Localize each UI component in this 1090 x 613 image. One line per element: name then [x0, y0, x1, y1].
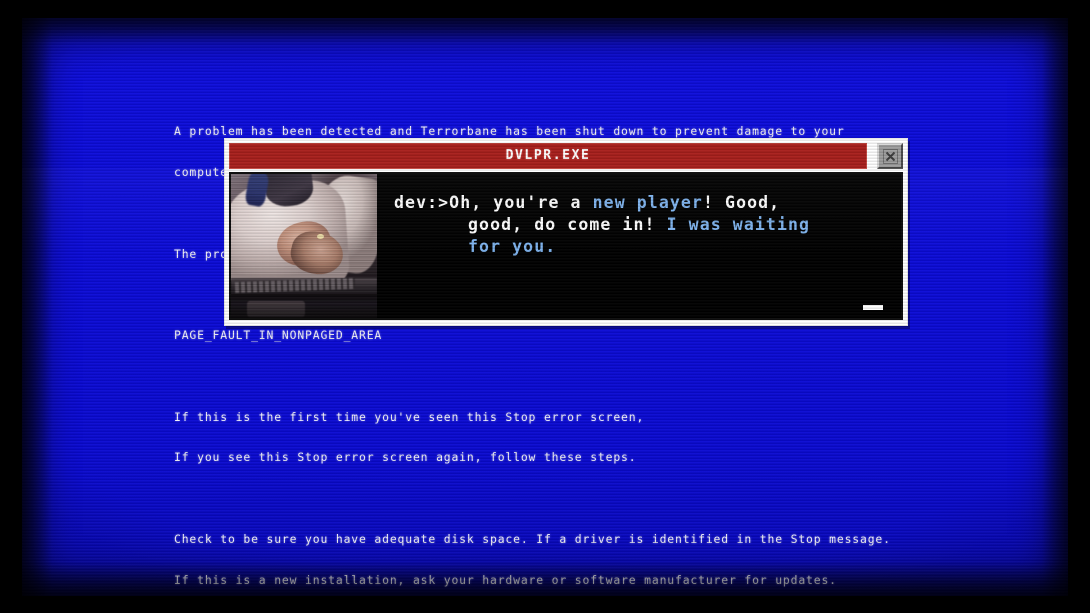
- dvlpr-line3: for you.: [468, 237, 557, 256]
- dvlpr-window-title: DVLPR.EXE: [505, 148, 591, 163]
- bsod-line-12: If this is a new installation, ask your …: [174, 572, 837, 587]
- bsod-line-1: A problem has been detected and Terrorba…: [174, 124, 845, 139]
- bsod-line-8: If this is the first time you've seen th…: [174, 409, 645, 424]
- dvlpr-line2-part1: good, do come in!: [468, 215, 667, 234]
- bsod-line-10: [174, 492, 1074, 506]
- dvlpr-title-bar[interactable]: DVLPR.EXE: [229, 143, 903, 169]
- dvlpr-line1-part1: Oh, you're a: [449, 193, 593, 212]
- dvlpr-line2: good, do come in! I was waiting: [394, 214, 885, 236]
- dvlpr-line1-part3: ! Good,: [702, 193, 781, 212]
- bsod-line-11: Check to be sure you have adequate disk …: [174, 532, 891, 546]
- dialog-continue-indicator[interactable]: [863, 305, 883, 310]
- crt-bezel: A problem has been detected and Terrorba…: [0, 0, 1090, 613]
- dvlpr-portrait-image: [231, 174, 378, 318]
- dvlpr-line2-highlight: I was waiting: [666, 215, 811, 234]
- bsod-line-9: If you see this Stop error screen again,…: [174, 450, 637, 465]
- portrait-scanline-grain: [231, 174, 377, 318]
- dvlpr-dialog-window[interactable]: DVLPR.EXE dev:>Oh, you're a new player! …: [224, 138, 908, 326]
- close-icon: [882, 148, 898, 164]
- dvlpr-message-text: dev:>Oh, you're a new player! Good, good…: [378, 174, 901, 318]
- dvlpr-dialog-body: dev:>Oh, you're a new player! Good, good…: [229, 172, 903, 320]
- close-button[interactable]: [877, 143, 903, 169]
- bsod-line-7: [174, 370, 1074, 384]
- dvlpr-line1-highlight: new player: [592, 193, 703, 212]
- dvlpr-speaker-prompt: dev:>: [394, 193, 450, 212]
- bsod-screen: A problem has been detected and Terrorba…: [22, 18, 1068, 596]
- bsod-line-6: PAGE_FAULT_IN_NONPAGED_AREA: [174, 328, 383, 343]
